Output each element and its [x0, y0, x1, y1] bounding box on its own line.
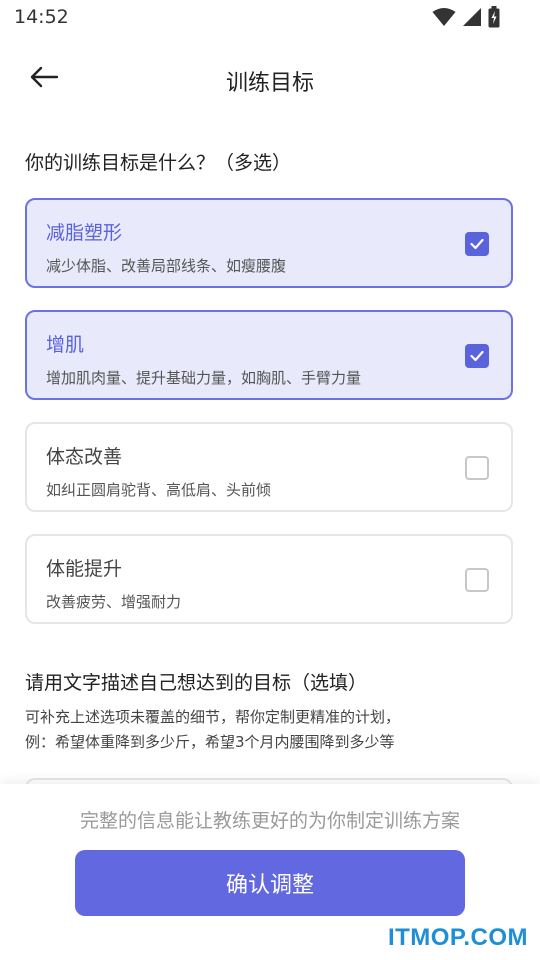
- option-checkbox[interactable]: [465, 456, 489, 480]
- signal-icon: [462, 7, 482, 27]
- status-icons: [432, 6, 500, 28]
- option-title: 减脂塑形: [46, 222, 123, 244]
- check-icon: [470, 350, 484, 362]
- option-title: 体态改善: [46, 446, 123, 468]
- option-description: 如纠正圆肩驼背、高低肩、头前倾: [46, 481, 272, 499]
- hint-line: 可补充上述选项未覆盖的细节，帮你定制更精准的计划，: [25, 708, 401, 726]
- check-icon: [470, 238, 484, 250]
- wifi-icon: [432, 7, 456, 27]
- status-time: 14:52: [14, 6, 69, 28]
- option-description: 减少体脂、改善局部线条、如瘦腰腹: [46, 257, 287, 275]
- option-checkbox[interactable]: [465, 568, 489, 592]
- option-stamina[interactable]: 体能提升 改善疲劳、增强耐力: [25, 534, 513, 624]
- option-checkbox[interactable]: [465, 232, 489, 256]
- option-description: 增加肌肉量、提升基础力量，如胸肌、手臂力量: [46, 369, 362, 387]
- hint-line: 例：希望体重降到多少斤，希望3个月内腰围降到多少等: [25, 733, 395, 751]
- option-title: 增肌: [46, 334, 85, 356]
- status-bar: 14:52: [0, 0, 540, 36]
- describe-goal-title: 请用文字描述自己想达到的目标（选填）: [25, 672, 368, 694]
- battery-charging-icon: [488, 6, 500, 28]
- option-title: 体能提升: [46, 558, 123, 580]
- watermark-logo: ITMOP.COM: [387, 924, 528, 951]
- goal-question: 你的训练目标是什么？（多选）: [25, 152, 292, 174]
- option-posture[interactable]: 体态改善 如纠正圆肩驼背、高低肩、头前倾: [25, 422, 513, 512]
- describe-goal-hint: 可补充上述选项未覆盖的细节，帮你定制更精准的计划， 例：希望体重降到多少斤，希望…: [25, 705, 400, 755]
- footer-note: 完整的信息能让教练更好的为你制定训练方案: [79, 810, 460, 832]
- bottom-panel: 完整的信息能让教练更好的为你制定训练方案 确认调整 ITMOP.COM: [0, 784, 540, 960]
- option-muscle-gain[interactable]: 增肌 增加肌肉量、提升基础力量，如胸肌、手臂力量: [25, 310, 513, 400]
- option-checkbox[interactable]: [465, 344, 489, 368]
- option-fat-loss[interactable]: 减脂塑形 减少体脂、改善局部线条、如瘦腰腹: [25, 198, 513, 288]
- confirm-button[interactable]: 确认调整: [75, 850, 465, 916]
- app-bar: 训练目标: [0, 50, 540, 110]
- page-title: 训练目标: [225, 71, 314, 96]
- option-description: 改善疲劳、增强耐力: [46, 593, 182, 611]
